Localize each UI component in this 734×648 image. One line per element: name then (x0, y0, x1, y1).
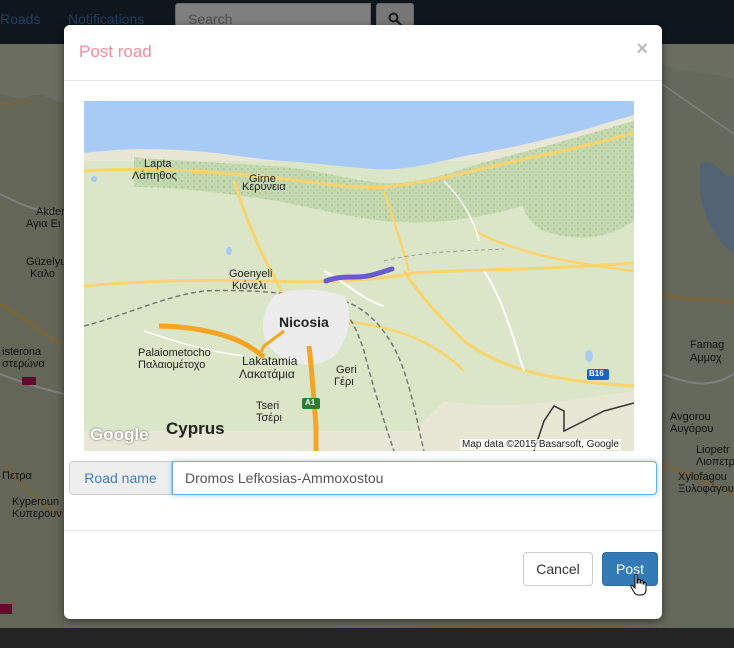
modal-title: Post road (79, 42, 152, 61)
map-label-lakatamia: Lakatamia (242, 354, 298, 368)
road-sign-a1: A1 (305, 398, 316, 407)
map-label-geri-gr: Γέρι (334, 376, 354, 388)
map-label-cyprus: Cyprus (166, 419, 225, 438)
close-button[interactable]: × (636, 39, 648, 59)
map-label-goenyeli-gr: Κιόνελι (232, 280, 267, 292)
cancel-button[interactable]: Cancel (523, 552, 593, 586)
map-attribution: Map data ©2015 Basarsoft, Google (460, 439, 621, 450)
map-label-lapta-gr: Λάπηθος (132, 170, 177, 182)
map-label-lapta: Lapta (144, 158, 172, 170)
modal-header: Post road × (64, 25, 662, 81)
post-road-modal: Post road × Lapta Λάπηθος Girne Κερύνεια… (64, 25, 662, 619)
map-label-goenyeli: Goenyeli (229, 268, 273, 280)
map-label-palaiometocho-gr: Παλαιομέτοχο (138, 359, 206, 371)
map-label-lakatamia-gr: Λακατάμια (239, 367, 295, 381)
road-sign-b16: B16 (589, 369, 604, 378)
modal-footer: Cancel Post (64, 530, 662, 619)
road-name-label: Road name (69, 461, 172, 495)
map-label-palaiometocho: Palaiometocho (138, 347, 211, 359)
hand-cursor-icon (630, 573, 647, 596)
route-map-graphic (84, 101, 634, 451)
map-label-nicosia: Nicosia (279, 314, 329, 330)
google-logo: Google (90, 425, 149, 444)
road-name-group: Road name (69, 461, 657, 495)
road-name-input[interactable] (172, 461, 657, 495)
map-label-girne-gr: Κερύνεια (242, 181, 286, 193)
map-label-tseri: Tseri (256, 400, 280, 412)
map-label-geri: Geri (336, 364, 357, 376)
map-label-tseri-gr: Τσέρι (256, 412, 282, 424)
route-map[interactable]: Lapta Λάπηθος Girne Κερύνεια Goenyeli Κι… (84, 101, 634, 451)
